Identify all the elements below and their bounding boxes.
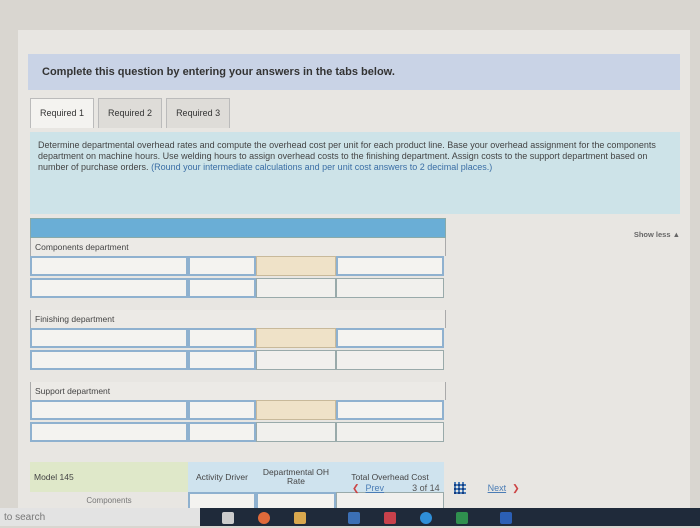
taskbar: to search — [0, 508, 700, 526]
tab-bar: Required 1 Required 2 Required 3 — [30, 98, 234, 128]
finishing-input-1[interactable] — [336, 328, 444, 348]
components-rate-cell-1 — [256, 256, 336, 276]
rounding-note: (Round your intermediate calculations an… — [151, 162, 493, 172]
finishing-amount-input-1[interactable] — [188, 328, 256, 348]
chevron-left-icon: ❮ — [352, 482, 360, 493]
table-row — [30, 422, 446, 442]
grid-header — [30, 218, 446, 238]
section-label-components: Components department — [30, 238, 446, 256]
components-rate-cell-2 — [256, 278, 336, 298]
finishing-driver-input-2[interactable] — [30, 350, 188, 370]
question-instructions: Determine departmental overhead rates an… — [30, 132, 680, 214]
next-button[interactable]: Next ❯ — [488, 483, 520, 494]
section-label-support: Support department — [30, 382, 446, 400]
finishing-rate-cell-1 — [256, 328, 336, 348]
table-row — [30, 400, 446, 420]
tab-required-3[interactable]: Required 3 — [166, 98, 231, 128]
table-row — [30, 328, 446, 348]
support-input-1[interactable] — [336, 400, 444, 420]
components-input-1[interactable] — [336, 256, 444, 276]
app-icon-2[interactable] — [384, 512, 396, 524]
task-view-icon[interactable] — [222, 512, 234, 524]
word-icon[interactable] — [500, 512, 512, 524]
browser-icon[interactable] — [258, 512, 270, 524]
components-driver-input-1[interactable] — [30, 256, 188, 276]
section-label-finishing: Finishing department — [30, 310, 446, 328]
components-amount-input-1[interactable] — [188, 256, 256, 276]
app-icon-3[interactable] — [420, 512, 432, 524]
finishing-amount-input-2[interactable] — [188, 350, 256, 370]
instruction-banner: Complete this question by entering your … — [28, 54, 680, 90]
answer-grid: Components department Finishing departme… — [30, 218, 446, 510]
support-driver-input-1[interactable] — [30, 400, 188, 420]
show-less-link[interactable]: Show less ▲ — [634, 230, 680, 239]
grid-view-icon[interactable] — [453, 482, 466, 494]
page-position: 3 of 14 — [412, 483, 440, 493]
folder-icon[interactable] — [294, 512, 306, 524]
table-row — [30, 350, 446, 370]
prev-button[interactable]: ❮ Prev — [352, 483, 384, 494]
tab-required-1[interactable]: Required 1 — [30, 98, 95, 128]
support-cell-2 — [336, 422, 444, 442]
taskbar-search[interactable]: to search — [0, 508, 200, 526]
excel-icon[interactable] — [456, 512, 468, 524]
next-label: Next — [487, 483, 507, 493]
components-amount-input-2[interactable] — [188, 278, 256, 298]
finishing-rate-cell-2 — [256, 350, 336, 370]
tab-required-2[interactable]: Required 2 — [98, 98, 163, 128]
support-rate-cell-2 — [256, 422, 336, 442]
support-rate-cell-1 — [256, 400, 336, 420]
finishing-cell-2 — [336, 350, 444, 370]
table-row — [30, 278, 446, 298]
chevron-right-icon: ❯ — [512, 482, 520, 493]
support-amount-input-2[interactable] — [188, 422, 256, 442]
question-page: Complete this question by entering your … — [18, 30, 690, 510]
finishing-driver-input-1[interactable] — [30, 328, 188, 348]
support-driver-input-2[interactable] — [30, 422, 188, 442]
support-amount-input-1[interactable] — [188, 400, 256, 420]
app-icon[interactable] — [348, 512, 360, 524]
departmental-oh-rate-header: Departmental OH Rate — [256, 462, 336, 492]
table-row — [30, 256, 446, 276]
components-driver-input-2[interactable] — [30, 278, 188, 298]
model-label: Model 145 — [30, 462, 188, 492]
components-cell-2 — [336, 278, 444, 298]
activity-driver-header: Activity Driver — [188, 462, 256, 492]
prev-label: Prev — [365, 483, 385, 493]
pagination: ❮ Prev 3 of 14 Next ❯ — [352, 478, 520, 498]
